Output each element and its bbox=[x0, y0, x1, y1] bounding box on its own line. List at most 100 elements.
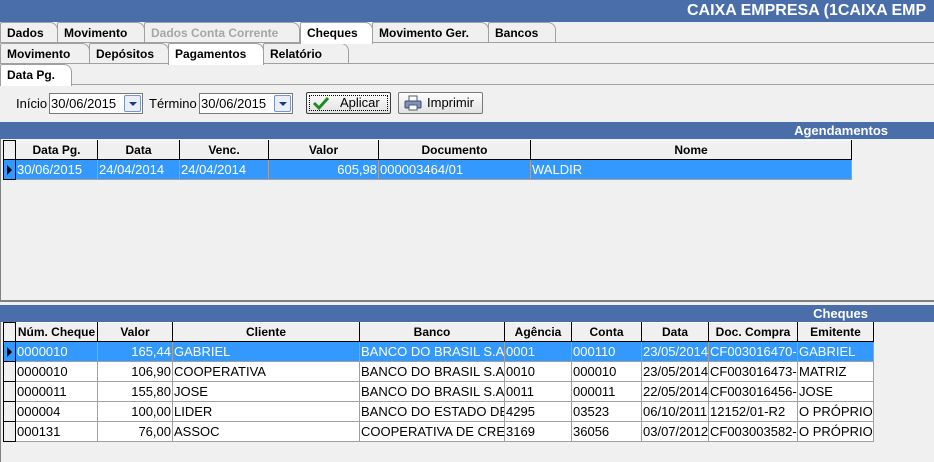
tab-sub-pagamentos[interactable]: Pagamentos bbox=[168, 43, 264, 65]
cheques-title: Cheques bbox=[813, 306, 868, 321]
cell[interactable]: MATRIZ bbox=[797, 361, 874, 382]
cell[interactable]: JOSE bbox=[797, 381, 874, 402]
col-data[interactable]: Data bbox=[641, 322, 709, 342]
cell[interactable]: 605,98 bbox=[268, 159, 379, 180]
col-num-cheque[interactable]: Núm. Cheque bbox=[15, 322, 98, 342]
cell[interactable]: CF003016470-( bbox=[708, 341, 798, 362]
tab-dados[interactable]: Dados bbox=[0, 22, 58, 43]
col-conta[interactable]: Conta bbox=[571, 322, 642, 342]
apply-button[interactable]: Aplicar bbox=[306, 92, 391, 114]
col-agencia[interactable]: Agência bbox=[504, 322, 572, 342]
cell[interactable]: CF003016456-( bbox=[708, 381, 798, 402]
apply-label: Aplicar bbox=[340, 95, 380, 110]
cell[interactable]: 23/05/2014 bbox=[641, 361, 709, 382]
cell[interactable]: 000010 bbox=[571, 361, 642, 382]
tab-bancos[interactable]: Bancos bbox=[488, 22, 556, 43]
cell[interactable]: 0000010 bbox=[15, 341, 98, 362]
col-emitente[interactable]: Emitente bbox=[797, 322, 874, 342]
cell[interactable]: 0001 bbox=[504, 341, 572, 362]
col-nome[interactable]: Nome bbox=[530, 140, 852, 160]
row-pointer-icon bbox=[7, 165, 12, 175]
agendamentos-header: Agendamentos bbox=[0, 122, 934, 139]
termino-label: Término bbox=[149, 96, 197, 111]
tab-movimento[interactable]: Movimento bbox=[57, 22, 145, 43]
cell[interactable]: 23/05/2014 bbox=[641, 341, 709, 362]
agendamentos-title: Agendamentos bbox=[794, 123, 888, 138]
cell[interactable]: COOPERATIVA DE CRE bbox=[359, 421, 505, 442]
col-cliente[interactable]: Cliente bbox=[172, 322, 360, 342]
cell[interactable]: 000110 bbox=[571, 341, 642, 362]
cell[interactable]: 76,00 bbox=[97, 421, 173, 442]
col-venc[interactable]: Venc. bbox=[179, 140, 269, 160]
col-valor[interactable]: Valor bbox=[97, 322, 173, 342]
tab-sub-relatorio[interactable]: Relatório bbox=[263, 43, 349, 64]
checkmark-icon bbox=[312, 96, 330, 111]
cell[interactable]: COOPERATIVA bbox=[172, 361, 360, 382]
cell[interactable]: 0000011 bbox=[15, 381, 98, 402]
table-row[interactable]: 000131 76,00 ASSOC COOPERATIVA DE CRE 31… bbox=[3, 421, 874, 442]
cell[interactable]: 24/04/2014 bbox=[179, 159, 269, 180]
row-pointer-icon bbox=[7, 347, 12, 357]
cell[interactable]: BANCO DO BRASIL S.A bbox=[359, 361, 505, 382]
cell[interactable]: 24/04/2014 bbox=[97, 159, 180, 180]
tab-sub-movimento[interactable]: Movimento bbox=[0, 43, 90, 64]
cell[interactable]: LIDER bbox=[172, 401, 360, 422]
cell[interactable]: 36056 bbox=[571, 421, 642, 442]
cell[interactable]: BANCO DO BRASIL S.A bbox=[359, 341, 505, 362]
termino-date-value: 30/06/2015 bbox=[201, 96, 267, 111]
cell[interactable]: 0011 bbox=[504, 381, 572, 402]
cell[interactable]: 106,90 bbox=[97, 361, 173, 382]
cell[interactable]: 155,80 bbox=[97, 381, 173, 402]
cell[interactable]: 06/10/2011 bbox=[641, 401, 709, 422]
cell[interactable]: 000131 bbox=[15, 421, 98, 442]
tab-movimento-ger[interactable]: Movimento Ger. bbox=[372, 22, 489, 43]
col-data-pg[interactable]: Data Pg. bbox=[15, 140, 98, 160]
cell[interactable]: 3169 bbox=[504, 421, 572, 442]
tab-data-pg[interactable]: Data Pg. bbox=[0, 64, 72, 86]
cell[interactable]: 4295 bbox=[504, 401, 572, 422]
termino-date-field[interactable]: 30/06/2015 bbox=[199, 93, 293, 114]
col-documento[interactable]: Documento bbox=[378, 140, 531, 160]
cell[interactable]: BANCO DO ESTADO DE bbox=[359, 401, 505, 422]
cell[interactable]: 000003464/01 bbox=[378, 159, 531, 180]
cell[interactable]: JOSE bbox=[172, 381, 360, 402]
cell[interactable]: GABRIEL bbox=[797, 341, 874, 362]
table-row[interactable]: 0000010 165,44 GABRIEL BANCO DO BRASIL S… bbox=[3, 341, 874, 362]
cell[interactable]: CF003016473-( bbox=[708, 361, 798, 382]
cell[interactable]: 0000010 bbox=[15, 361, 98, 382]
cell[interactable]: ASSOC bbox=[172, 421, 360, 442]
tab-sub-depositos[interactable]: Depósitos bbox=[89, 43, 169, 64]
splitter[interactable] bbox=[0, 300, 934, 302]
cell[interactable]: 0010 bbox=[504, 361, 572, 382]
tab-cheques[interactable]: Cheques bbox=[300, 22, 373, 44]
cell[interactable]: O PRÓPRIO bbox=[797, 421, 874, 442]
table-row[interactable]: 0000011 155,80 JOSE BANCO DO BRASIL S.A … bbox=[3, 381, 874, 402]
table-row[interactable]: 30/06/2015 24/04/2014 24/04/2014 605,98 … bbox=[3, 159, 852, 180]
cell[interactable]: 12152/01-R2 bbox=[708, 401, 798, 422]
cell[interactable]: 30/06/2015 bbox=[15, 159, 98, 180]
inicio-date-field[interactable]: 30/06/2015 bbox=[49, 93, 143, 114]
printer-icon bbox=[404, 95, 422, 111]
cell[interactable]: 000011 bbox=[571, 381, 642, 402]
cell[interactable]: O PRÓPRIO bbox=[797, 401, 874, 422]
col-data[interactable]: Data bbox=[97, 140, 180, 160]
cell[interactable]: GABRIEL bbox=[172, 341, 360, 362]
cell[interactable]: 100,00 bbox=[97, 401, 173, 422]
cell[interactable]: 03523 bbox=[571, 401, 642, 422]
print-button[interactable]: Imprimir bbox=[398, 92, 483, 114]
cell[interactable]: BANCO DO BRASIL S.A bbox=[359, 381, 505, 402]
col-doc-compra[interactable]: Doc. Compra bbox=[708, 322, 798, 342]
cell[interactable]: 03/07/2012 bbox=[641, 421, 709, 442]
col-valor[interactable]: Valor bbox=[268, 140, 379, 160]
chevron-down-icon[interactable] bbox=[274, 95, 291, 112]
cell[interactable]: 000004 bbox=[15, 401, 98, 422]
table-row[interactable]: 000004 100,00 LIDER BANCO DO ESTADO DE 4… bbox=[3, 401, 874, 422]
cell[interactable]: 22/05/2014 bbox=[641, 381, 709, 402]
cell[interactable]: WALDIR bbox=[530, 159, 852, 180]
col-banco[interactable]: Banco bbox=[359, 322, 505, 342]
table-row[interactable]: 0000010 106,90 COOPERATIVA BANCO DO BRAS… bbox=[3, 361, 874, 382]
cell[interactable]: 165,44 bbox=[97, 341, 173, 362]
cell[interactable]: CF003003582-( bbox=[708, 421, 798, 442]
chevron-down-icon[interactable] bbox=[124, 95, 141, 112]
app-title: CAIXA EMPRESA (1CAIXA EMP bbox=[0, 0, 934, 22]
